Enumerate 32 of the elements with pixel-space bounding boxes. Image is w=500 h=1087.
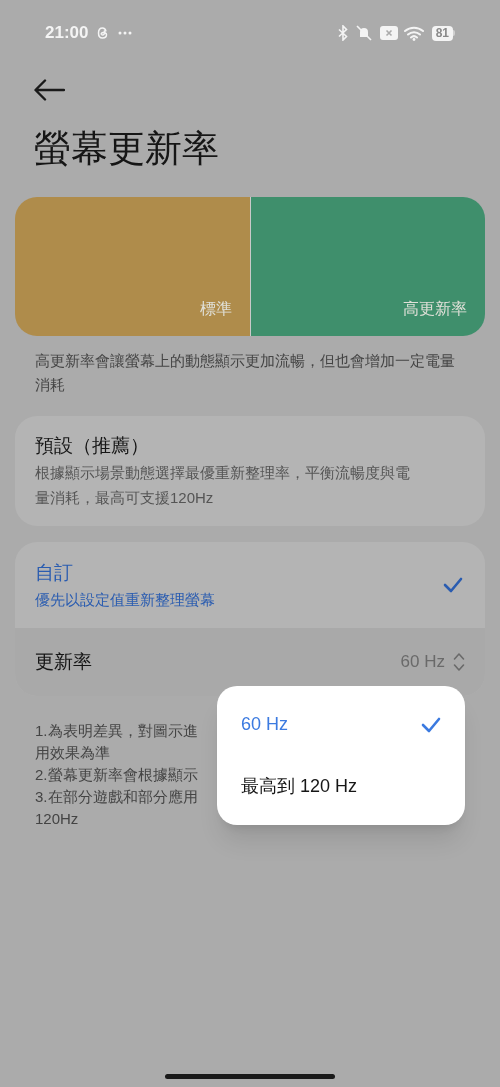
menu-item[interactable]: 最高到 120 Hz bbox=[241, 755, 441, 818]
option-card[interactable]: 預設（推薦） 根據顯示場景動態選擇最優重新整理率，平衡流暢度與電量消耗，最高可支援120Hz bbox=[15, 416, 485, 526]
row-value: 60 Hz bbox=[400, 651, 445, 674]
refresh-rate-row[interactable]: 更新率 60 Hz bbox=[15, 628, 485, 696]
note-text: 120Hz bbox=[35, 809, 79, 829]
note-text: 用效果為準 bbox=[35, 743, 110, 763]
note-text: 1.為表明差異，對圖示進 bbox=[35, 721, 198, 741]
preview-label: 高更新率 bbox=[403, 299, 467, 319]
row-label: 更新率 bbox=[35, 649, 92, 674]
menu-item-label: 60 Hz bbox=[241, 713, 289, 736]
preview-label: 標準 bbox=[199, 299, 232, 319]
no-sim-icon bbox=[379, 26, 398, 40]
up-down-icon bbox=[453, 652, 465, 672]
option-title: 自訂 bbox=[35, 560, 74, 585]
menu-item-label: 最高到 120 Hz bbox=[241, 775, 358, 798]
description-text: 高更新率會讓螢幕上的動態顯示更加流暢，但也會增加一定電量消耗 bbox=[34, 351, 456, 395]
more-icon bbox=[118, 31, 133, 35]
clock: 21:00 bbox=[45, 22, 89, 45]
muted-bell-icon bbox=[353, 25, 374, 41]
option-description: 根據顯示場景動態選擇最優重新整理率，平衡流暢度與電量消耗，最高可支援120Hz bbox=[35, 463, 411, 508]
option-description: 優先以設定值重新整理螢幕 bbox=[35, 589, 216, 610]
note-text: 3.在部分遊戲和部分應用 bbox=[35, 787, 198, 807]
menu-item[interactable]: 60 Hz bbox=[241, 693, 441, 756]
check-icon bbox=[421, 716, 441, 733]
bluetooth-icon bbox=[337, 25, 348, 41]
page-title: 螢幕更新率 bbox=[33, 127, 220, 171]
note-text: 2.螢幕更新率會根據顯示 bbox=[35, 765, 198, 785]
battery-icon: 81 bbox=[431, 25, 455, 41]
check-icon bbox=[443, 577, 463, 593]
option-title: 預設（推薦） bbox=[35, 434, 150, 458]
back-arrow-icon[interactable] bbox=[34, 79, 65, 101]
wifi-icon bbox=[403, 25, 426, 41]
